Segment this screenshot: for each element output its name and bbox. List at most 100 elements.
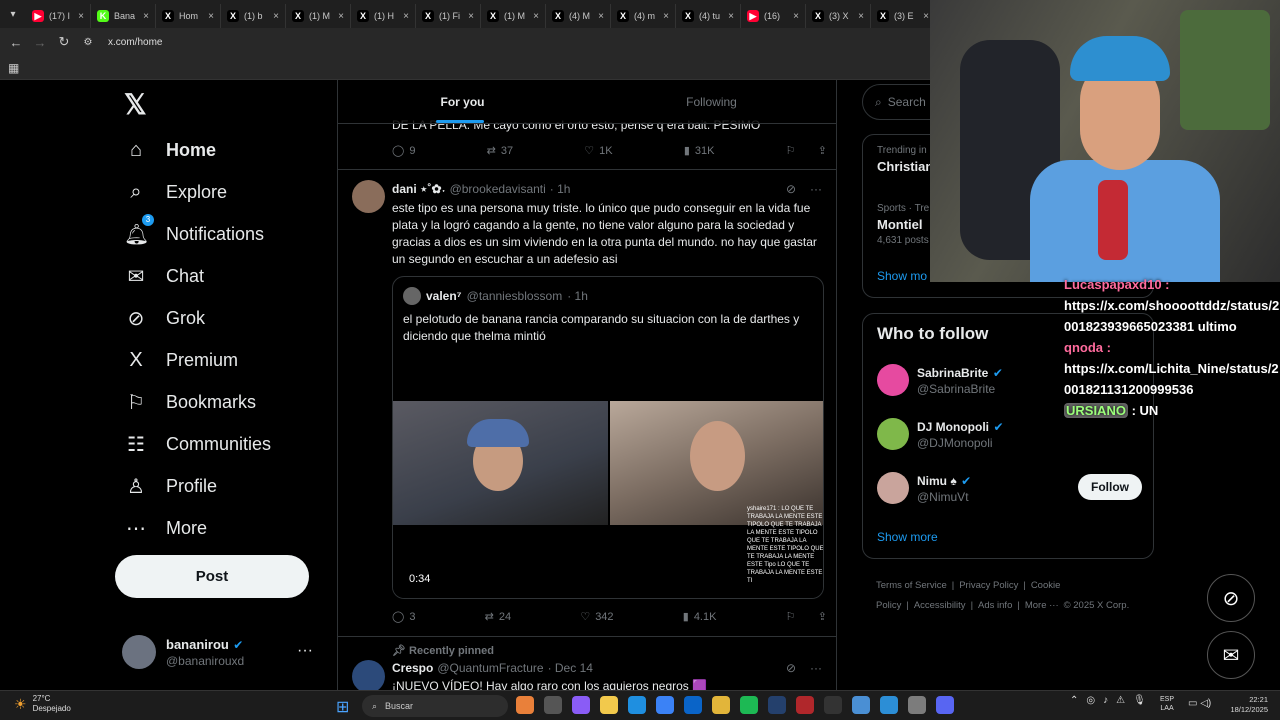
follow-button[interactable]: Follow bbox=[1078, 474, 1142, 500]
views-button[interactable]: ▮ 31K bbox=[684, 144, 715, 158]
post-button[interactable]: Post bbox=[115, 555, 309, 598]
spotify-icon[interactable] bbox=[740, 696, 758, 714]
browser-tab[interactable]: X (3) E × bbox=[871, 4, 936, 28]
close-icon[interactable]: × bbox=[533, 11, 539, 22]
sidebar-item-notifications[interactable]: 🔔︎ 3 Notifications bbox=[124, 213, 264, 250]
tweet-time[interactable]: · 1h bbox=[550, 182, 571, 196]
browser-tab[interactable]: X (4) M × bbox=[546, 4, 611, 28]
reply-button[interactable]: ◯ 9 bbox=[392, 144, 415, 158]
browser-tab[interactable]: X (1) Fi × bbox=[416, 4, 481, 28]
windows-start-icon[interactable]: ⊞ bbox=[336, 697, 349, 717]
grok-fab-button[interactable]: ⊘ bbox=[1207, 574, 1255, 622]
url-field[interactable]: x.com/home bbox=[108, 37, 162, 48]
bookmark-icon[interactable]: ⚐ bbox=[786, 144, 796, 157]
like-button[interactable]: ♡ 1K bbox=[584, 144, 612, 158]
sidebar-item-communities[interactable]: ☷ Communities bbox=[124, 428, 271, 460]
share-icon[interactable]: ⇪ bbox=[818, 144, 827, 157]
microphone-icon[interactable]: 🎙︎ bbox=[1133, 695, 1146, 706]
quoted-tweet[interactable]: valen⁷ @tanniesblossom · 1h el pelotudo … bbox=[392, 276, 824, 599]
close-icon[interactable]: × bbox=[598, 11, 604, 22]
grok-icon[interactable]: ⊘ bbox=[786, 661, 796, 675]
sidebar-item-more[interactable]: ⋯ More bbox=[124, 512, 207, 544]
app-icon[interactable] bbox=[852, 696, 870, 714]
footer-link[interactable]: More ··· bbox=[1025, 600, 1059, 611]
bookmark-icon[interactable]: ⚐ bbox=[786, 610, 796, 623]
language-indicator[interactable]: ESP LAA bbox=[1160, 695, 1174, 713]
tray-icon[interactable]: ♪ bbox=[1103, 695, 1108, 706]
sidebar-item-home[interactable]: ⌂ Home bbox=[124, 134, 216, 166]
follow-suggestion[interactable]: Nimu ♠ ✔ @NimuVt Follow bbox=[877, 468, 1142, 508]
browser-tab[interactable]: X (1) H × bbox=[351, 4, 416, 28]
apps-grid-icon[interactable]: ▦ bbox=[8, 61, 19, 75]
reply-button[interactable]: ◯ 3 bbox=[392, 610, 415, 624]
browser-tab[interactable]: ▶ (17) I × bbox=[26, 4, 91, 28]
views-button[interactable]: ▮ 4.1K bbox=[683, 610, 717, 624]
share-icon[interactable]: ⇪ bbox=[818, 610, 827, 623]
tweet-author-handle[interactable]: @brookedavisanti bbox=[450, 182, 546, 196]
close-icon[interactable]: × bbox=[273, 11, 279, 22]
app-icon[interactable] bbox=[908, 696, 926, 714]
tweet-author-handle[interactable]: @QuantumFracture bbox=[437, 661, 543, 675]
close-icon[interactable]: × bbox=[858, 11, 864, 22]
tweet-time[interactable]: · Dec 14 bbox=[548, 661, 593, 675]
tweet-author-name[interactable]: dani ⋆˚✿˖ bbox=[392, 182, 446, 196]
footer-link[interactable]: Privacy Policy bbox=[959, 580, 1018, 591]
taskbar-search[interactable]: ⌕ Buscar bbox=[362, 695, 508, 717]
tray-icon[interactable]: ◎ bbox=[1086, 695, 1095, 706]
tray-icon[interactable]: ⚠ bbox=[1116, 695, 1125, 706]
clock[interactable]: 22:21 18/12/2025 bbox=[1220, 695, 1268, 715]
app-icon[interactable] bbox=[824, 696, 842, 714]
browser-tab[interactable]: X (3) X × bbox=[806, 4, 871, 28]
copilot-icon[interactable] bbox=[572, 696, 590, 714]
show-more-link[interactable]: Show more bbox=[877, 530, 938, 544]
grok-icon[interactable]: ⊘ bbox=[786, 182, 796, 196]
browser-tab[interactable]: X (1) M × bbox=[286, 4, 351, 28]
chrome-icon[interactable] bbox=[712, 696, 730, 714]
close-icon[interactable]: × bbox=[728, 11, 734, 22]
close-icon[interactable]: × bbox=[793, 11, 799, 22]
messages-fab-button[interactable]: ✉ bbox=[1207, 631, 1255, 679]
close-icon[interactable]: × bbox=[663, 11, 669, 22]
footer-link[interactable]: © 2025 X Corp. bbox=[1064, 600, 1130, 611]
browser-tab[interactable]: X Hom × bbox=[156, 4, 221, 28]
sidebar-item-explore[interactable]: ⌕ Explore bbox=[124, 176, 227, 208]
file-explorer-icon[interactable] bbox=[600, 696, 618, 714]
like-button[interactable]: ♡ 342 bbox=[580, 610, 613, 624]
browser-tab[interactable]: X (1) M × bbox=[481, 4, 546, 28]
tab-for-you[interactable]: For you bbox=[338, 80, 587, 123]
sidebar-item-bookmarks[interactable]: ⚐ Bookmarks bbox=[124, 386, 256, 418]
close-icon[interactable]: × bbox=[468, 11, 474, 22]
sidebar-item-profile[interactable]: ♙ Profile bbox=[124, 470, 217, 502]
tab-search-button[interactable]: ▾ bbox=[0, 0, 26, 28]
app-icon[interactable] bbox=[796, 696, 814, 714]
steam-icon[interactable] bbox=[768, 696, 786, 714]
x-logo-icon[interactable]: 𝕏 bbox=[124, 88, 147, 121]
footer-link[interactable]: Ads info bbox=[978, 600, 1012, 611]
close-icon[interactable]: × bbox=[923, 11, 929, 22]
app-icon[interactable] bbox=[880, 696, 898, 714]
outlook-icon[interactable] bbox=[684, 696, 702, 714]
tweet-avatar[interactable] bbox=[352, 660, 385, 690]
browser-tab[interactable]: X (4) tu × bbox=[676, 4, 741, 28]
browser-tab[interactable]: X (1) b × bbox=[221, 4, 286, 28]
network-volume-icons[interactable]: ▭ ◁) bbox=[1188, 698, 1211, 709]
browser-tab[interactable]: X (4) m × bbox=[611, 4, 676, 28]
close-icon[interactable]: × bbox=[78, 11, 84, 22]
more-dots-icon[interactable]: ··· bbox=[297, 642, 313, 660]
tweet-avatar[interactable] bbox=[352, 180, 385, 213]
footer-link[interactable]: Terms of Service bbox=[876, 580, 947, 591]
tweet-more-icon[interactable]: ··· bbox=[810, 661, 822, 675]
back-button[interactable]: ← bbox=[4, 35, 28, 50]
weather-widget[interactable]: ☀ 27°C Despejado bbox=[14, 694, 71, 714]
video-player[interactable]: yshaire171 : LO QUE TE TRABAJA LA MENTE … bbox=[393, 355, 823, 598]
repost-button[interactable]: ⇄ 37 bbox=[487, 144, 513, 158]
show-more-link[interactable]: Show mo bbox=[877, 269, 927, 283]
trend-item[interactable]: Sports · Tre Montiel 4,631 posts bbox=[877, 203, 929, 246]
sidebar-item-premium[interactable]: X Premium bbox=[124, 344, 238, 376]
task-view-icon[interactable] bbox=[516, 696, 534, 714]
store-icon[interactable] bbox=[656, 696, 674, 714]
site-info-icon[interactable]: ⚙ bbox=[76, 37, 100, 48]
reload-button[interactable]: ↻ bbox=[52, 34, 76, 50]
footer-link[interactable]: Accessibility bbox=[914, 600, 966, 611]
trend-item[interactable]: Trending in Christian bbox=[877, 145, 933, 174]
